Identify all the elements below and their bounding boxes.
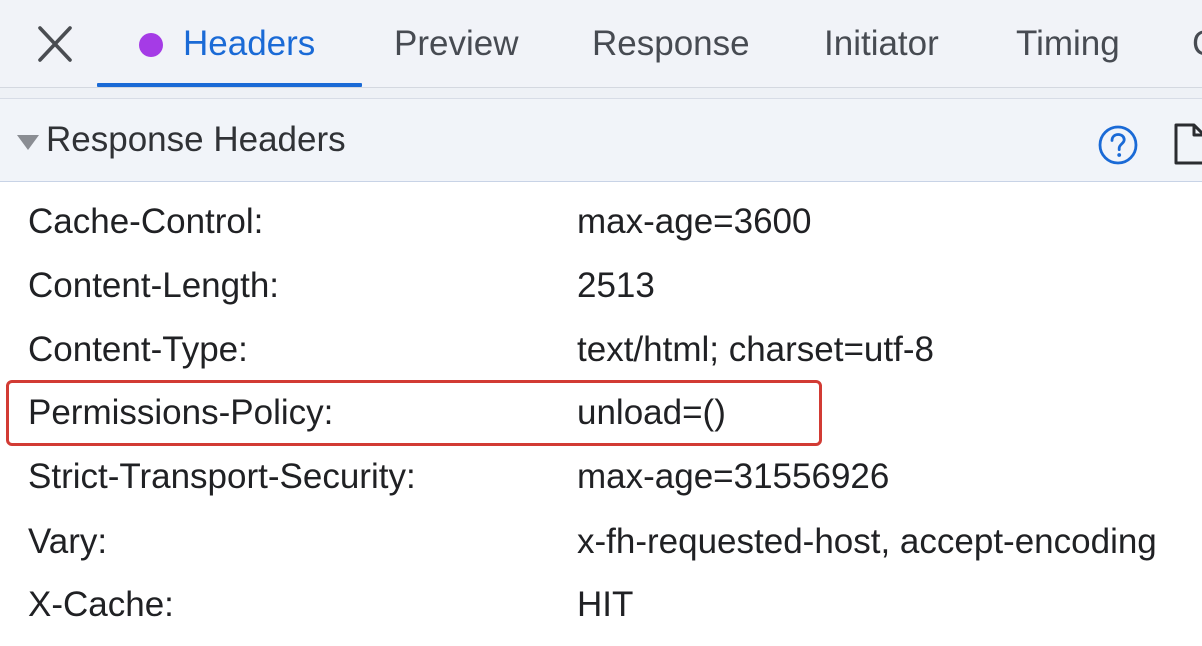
tab-bar: Headers Preview Response Initiator Timin… — [0, 0, 1202, 88]
tab-headers-label: Headers — [183, 24, 316, 63]
tab-timing[interactable]: Timing — [1016, 0, 1120, 88]
close-icon — [38, 26, 72, 62]
header-value: max-age=3600 — [577, 202, 812, 241]
expand-triangle-icon — [17, 135, 39, 150]
header-name: X-Cache: — [28, 585, 174, 624]
header-name: Vary: — [28, 522, 108, 561]
header-name: Content-Length: — [28, 266, 280, 305]
tab-headers[interactable]: Headers — [139, 0, 316, 88]
header-name: Strict-Transport-Security: — [28, 457, 416, 496]
tab-initiator-label: Initiator — [824, 24, 939, 63]
header-name: Cache-Control: — [28, 202, 264, 241]
tab-cookies-label: C — [1192, 24, 1202, 63]
response-headers-section-toggle[interactable]: Response Headers — [0, 98, 1202, 182]
header-row: Content-Length: 2513 — [0, 254, 1202, 318]
header-row: Cache-Control: max-age=3600 — [0, 190, 1202, 254]
header-value: max-age=31556926 — [577, 457, 890, 496]
tab-bar-separator — [0, 88, 1202, 98]
file-icon[interactable] — [1172, 122, 1202, 166]
tab-response[interactable]: Response — [592, 0, 750, 88]
active-tab-indicator — [97, 83, 362, 87]
header-row: Strict-Transport-Security: max-age=31556… — [0, 445, 1202, 509]
header-value: HIT — [577, 585, 634, 624]
header-row: Vary: x-fh-requested-host, accept-encodi… — [0, 510, 1202, 574]
header-row: Content-Type: text/html; charset=utf-8 — [0, 318, 1202, 382]
close-button[interactable] — [30, 22, 80, 66]
header-value: text/html; charset=utf-8 — [577, 330, 934, 369]
help-icon[interactable] — [1097, 124, 1139, 166]
tab-preview[interactable]: Preview — [394, 0, 518, 88]
tab-preview-label: Preview — [394, 24, 519, 63]
tab-initiator[interactable]: Initiator — [824, 0, 939, 88]
devtools-network-panel: Headers Preview Response Initiator Timin… — [0, 0, 1202, 646]
highlight-annotation-box — [6, 380, 822, 446]
tab-cookies[interactable]: C — [1192, 0, 1202, 88]
header-name: Content-Type: — [28, 330, 248, 369]
tab-response-label: Response — [592, 24, 750, 63]
section-title: Response Headers — [46, 120, 346, 159]
header-row: X-Cache: HIT — [0, 573, 1202, 637]
header-value: x-fh-requested-host, accept-encoding — [577, 522, 1157, 561]
active-dot-icon — [139, 33, 163, 57]
tab-timing-label: Timing — [1016, 24, 1120, 63]
header-value: 2513 — [577, 266, 655, 305]
